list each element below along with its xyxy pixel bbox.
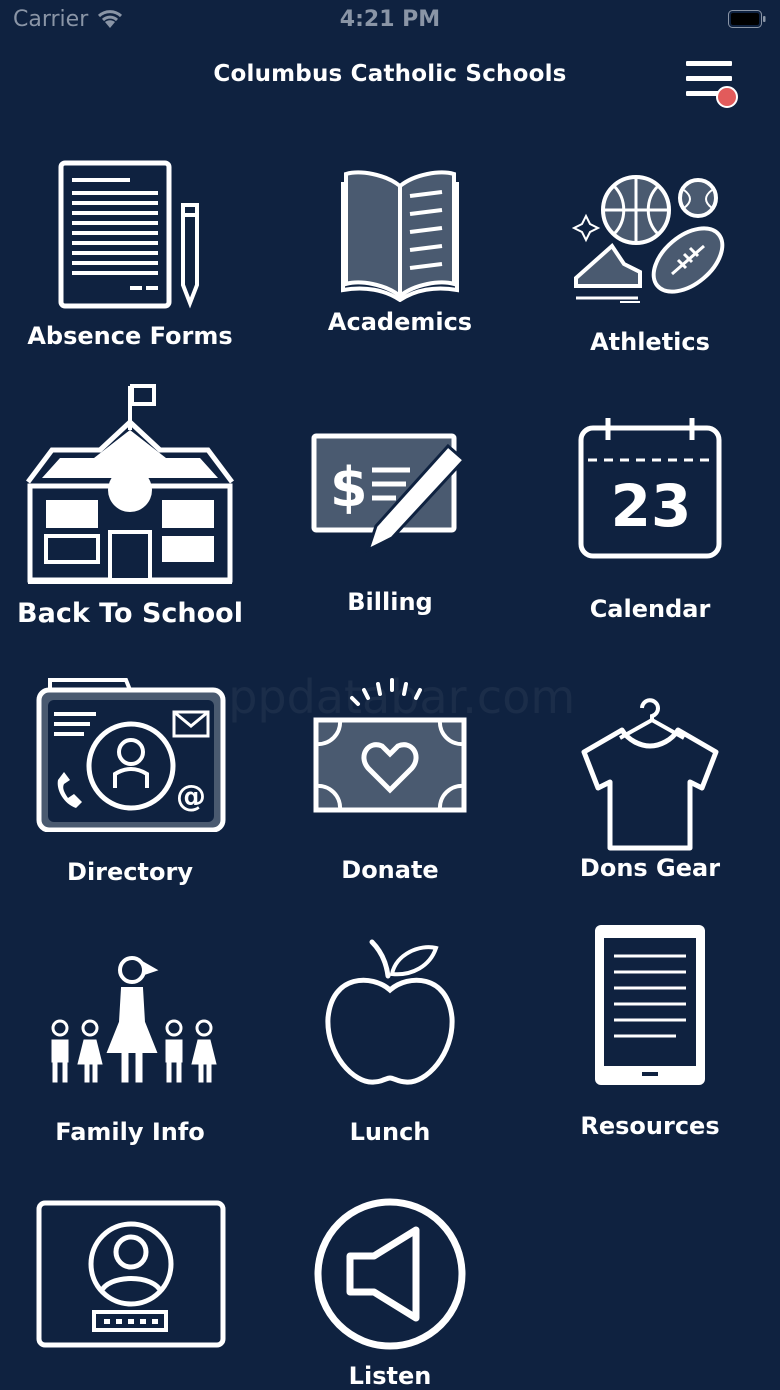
menu-button[interactable] (682, 58, 738, 114)
tile-absence-forms[interactable]: Absence Forms (0, 150, 260, 360)
tile-label: Academics (327, 308, 473, 336)
tile-dons-gear[interactable]: Dons Gear (520, 672, 780, 894)
clock: 4:21 PM (339, 7, 441, 32)
apple-icon (325, 939, 455, 1085)
tile-label: Resources (580, 1112, 720, 1140)
tile-label: Donate (341, 856, 439, 884)
tile-label: Dons Gear (579, 854, 721, 882)
tile-label: Family Info (55, 1118, 205, 1146)
contact-card-icon: @ (36, 678, 226, 832)
heart-banknote-icon (313, 678, 467, 813)
tile-resources[interactable]: Resources (520, 920, 780, 1148)
menu-icon-bar (686, 76, 732, 81)
svg-text:@: @ (176, 779, 206, 814)
notification-badge (716, 86, 738, 108)
tile-athletics[interactable]: Athletics (520, 150, 780, 370)
speaker-icon (314, 1198, 466, 1350)
tablet-icon (595, 925, 705, 1085)
tile-login-profile[interactable] (0, 1196, 260, 1356)
svg-text:$: $ (330, 456, 368, 519)
document-pencil-icon (58, 160, 199, 309)
tile-label: Calendar (589, 595, 711, 623)
page-title: Columbus Catholic Schools (213, 61, 567, 87)
sports-balls-icon (572, 175, 725, 303)
tile-label: Directory (67, 858, 193, 886)
tile-academics[interactable]: Academics (270, 150, 530, 350)
tile-label: Billing (347, 588, 433, 616)
tile-family-info[interactable]: Family Info (0, 930, 260, 1155)
menu-icon (686, 61, 732, 66)
login-profile-icon (36, 1200, 226, 1348)
tile-label: Back To School (17, 598, 243, 629)
open-book-icon (341, 170, 459, 302)
tile-directory[interactable]: @ Directory (0, 672, 260, 894)
tile-label: Lunch (349, 1118, 431, 1146)
tshirt-hanger-icon (581, 698, 719, 851)
check-pen-icon: $ (311, 433, 467, 553)
tile-label: Listen (348, 1362, 432, 1390)
tile-billing[interactable]: $ Billing (260, 378, 520, 628)
school-building-icon (26, 384, 234, 584)
tile-calendar[interactable]: 23 Calendar (520, 378, 780, 636)
status-bar: Carrier 4:21 PM (0, 0, 780, 40)
tile-lunch[interactable]: Lunch (260, 930, 520, 1155)
family-icon (51, 956, 217, 1083)
tile-label: Athletics (590, 328, 710, 356)
calendar-day: 23 (610, 472, 692, 540)
tile-listen[interactable]: Listen (260, 1190, 520, 1390)
tile-donate[interactable]: Donate (260, 672, 520, 894)
battery-icon (728, 10, 766, 28)
tile-label: Absence Forms (27, 322, 233, 350)
tile-back-to-school[interactable]: Back To School (0, 378, 260, 636)
